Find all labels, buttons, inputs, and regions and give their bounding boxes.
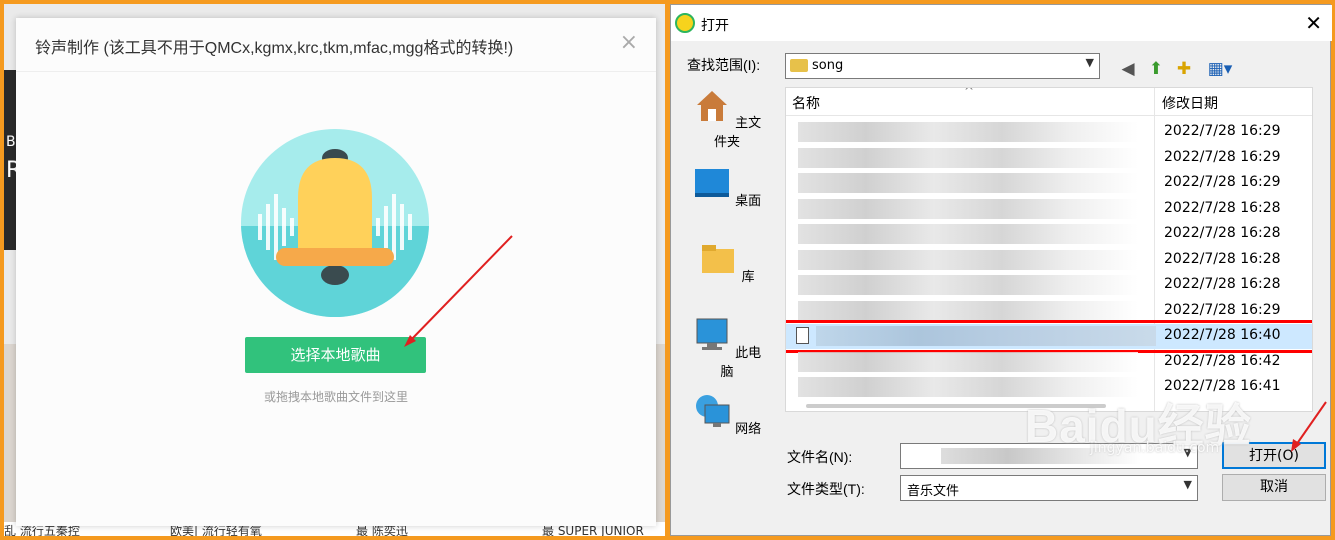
chevron-down-icon: ▼ <box>1085 56 1094 69</box>
look-in-value: song <box>812 57 844 73</box>
filetype-dropdown[interactable]: 音乐文件 ▼ <box>900 475 1198 501</box>
close-icon[interactable]: × <box>620 30 638 55</box>
filename-label: 文件名(N): <box>787 449 853 465</box>
place-label: 桌面 <box>735 194 762 209</box>
filename-blur <box>798 224 1138 244</box>
place-desktop[interactable]: 桌面 <box>687 165 767 209</box>
file-icon <box>796 327 809 344</box>
file-date: 2022/7/28 16:29 <box>1164 301 1281 318</box>
file-date: 2022/7/28 16:29 <box>1164 123 1281 139</box>
filetype-label: 文件类型(T): <box>787 481 865 497</box>
file-date: 2022/7/28 16:29 <box>1164 148 1281 165</box>
filename-blur <box>798 275 1138 295</box>
app-icon <box>675 13 695 33</box>
back-icon[interactable]: ◀ <box>1117 58 1139 80</box>
look-in-label: 查找范围(I): <box>687 57 761 73</box>
home-icon <box>696 91 727 121</box>
file-row[interactable]: 2022/7/28 16:28 <box>786 273 1312 298</box>
place-home[interactable]: 主文件夹 <box>687 87 767 150</box>
look-in-dropdown[interactable]: song ▼ <box>785 53 1100 79</box>
title-bar: 打开 ✕ <box>671 5 1332 41</box>
filename-blur <box>798 300 1138 321</box>
filename-blur <box>816 326 1156 346</box>
select-local-song-button[interactable]: 选择本地歌曲 <box>245 337 426 373</box>
dialog-title: 打开 <box>701 18 729 34</box>
filename-blur <box>798 351 1138 372</box>
close-icon[interactable]: ✕ <box>1305 11 1322 35</box>
file-row[interactable]: 2022/7/28 16:28 <box>786 197 1312 222</box>
place-label: 库 <box>741 270 755 285</box>
ringtone-maker-dialog: 铃声制作 (该工具不用于QMCx,kgmx,krc,tkm,mfac,mgg格式… <box>16 18 656 526</box>
network-icon <box>695 395 730 427</box>
list-header: ^ 名称 修改日期 <box>786 87 1312 411</box>
place-library[interactable]: 库 <box>687 241 767 285</box>
library-icon <box>702 245 735 273</box>
file-row[interactable]: 2022/7/28 16:29 <box>786 146 1312 171</box>
cancel-button[interactable]: 取消 <box>1222 474 1326 501</box>
file-date: 2022/7/28 16:28 <box>1164 225 1281 241</box>
column-name[interactable]: 名称 <box>792 93 820 113</box>
view-menu-icon[interactable]: ▦▾ <box>1203 58 1237 80</box>
file-row[interactable]: 2022/7/28 16:28 <box>786 248 1312 273</box>
file-list: ^ 名称 修改日期 2022/7/28 16:29 2022/7/28 16:29… <box>785 87 1313 412</box>
column-modified[interactable]: 修改日期 <box>1162 93 1218 113</box>
drag-hint: 或拖拽本地歌曲文件到这里 <box>263 390 408 404</box>
dialog-title: 铃声制作 (该工具不用于QMCx,kgmx,krc,tkm,mfac,mgg格式… <box>35 40 514 57</box>
places-bar: 主文件夹 桌面 库 此电脑 网络 <box>687 87 767 457</box>
divider <box>16 71 656 72</box>
filename-blur <box>798 173 1138 193</box>
file-date: 2022/7/28 16:28 <box>1164 276 1281 292</box>
desktop-icon <box>694 169 729 197</box>
filename-blur <box>798 147 1138 168</box>
music-app-window: B R 乱 流行五秦控 欧美| 流行轻有氧 最 陈奕迅 最 SUPER JUNI… <box>4 4 665 536</box>
filename-blur <box>798 122 1138 142</box>
file-date: 2022/7/28 16:42 <box>1164 352 1281 369</box>
place-network[interactable]: 网络 <box>687 393 767 437</box>
file-row[interactable]: 2022/7/28 16:28 <box>786 222 1312 247</box>
computer-icon <box>696 318 728 350</box>
file-row[interactable]: 2022/7/28 16:42 <box>786 350 1312 375</box>
file-row[interactable]: 2022/7/28 16:29 <box>786 299 1312 324</box>
folder-icon <box>790 59 808 72</box>
baidu-watermark-url: jingyan.baidu.com <box>1090 440 1220 456</box>
file-date: 2022/7/28 16:40 <box>1164 327 1281 343</box>
file-row[interactable]: 2022/7/28 16:29 <box>786 171 1312 196</box>
bell-icon <box>241 129 429 317</box>
selected-file-row[interactable]: 2022/7/28 16:40 <box>786 320 1312 353</box>
file-row[interactable]: 2022/7/28 16:29 <box>786 120 1312 145</box>
file-date: 2022/7/28 16:29 <box>1164 174 1281 190</box>
banner-letter: B <box>6 134 16 150</box>
open-file-dialog: 打开 ✕ 查找范围(I): song ▼ ◀ ⬆ ✚ ▦▾ 主文件夹 桌面 库 … <box>670 4 1332 536</box>
file-date: 2022/7/28 16:28 <box>1164 199 1281 216</box>
up-folder-icon[interactable]: ⬆ <box>1145 58 1167 80</box>
filetype-value: 音乐文件 <box>907 484 960 499</box>
place-label: 网络 <box>735 422 762 437</box>
place-this-pc[interactable]: 此电脑 <box>687 317 767 380</box>
filename-blur <box>798 198 1138 219</box>
sort-up-icon: ^ <box>964 87 975 98</box>
filename-blur <box>798 249 1138 270</box>
chevron-down-icon: ▼ <box>1183 478 1192 491</box>
new-folder-icon[interactable]: ✚ <box>1173 58 1195 80</box>
file-date: 2022/7/28 16:28 <box>1164 250 1281 267</box>
